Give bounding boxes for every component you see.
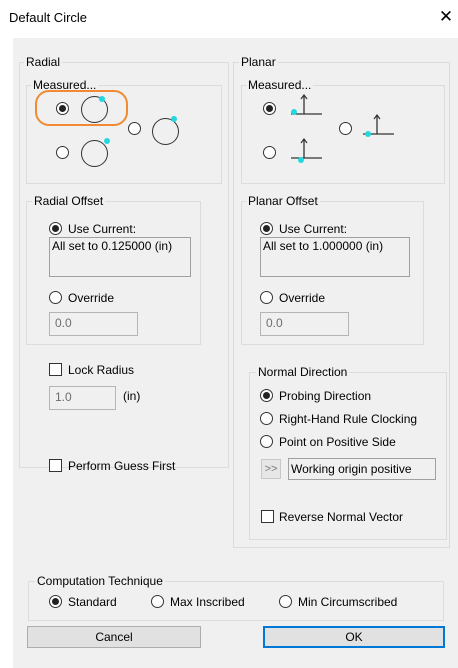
normal-direction-option-label: Point on Positive Side	[279, 435, 396, 449]
circle-icon	[152, 118, 179, 145]
normal-direction-radio-positive-side[interactable]	[260, 435, 273, 448]
radial-use-current-label: Use Current:	[68, 222, 137, 236]
planar-override-radio[interactable]	[260, 291, 273, 304]
perform-guess-checkbox[interactable]	[49, 459, 62, 472]
planar-icon	[291, 94, 322, 115]
normal-direction-option-label: Right-Hand Rule Clocking	[279, 412, 418, 426]
radial-override-input[interactable]: 0.0	[49, 312, 138, 336]
radial-offset-label: Radial Offset	[32, 194, 106, 208]
normal-direction-option-label: Probing Direction	[279, 389, 372, 403]
computation-option-label: Min Circumscribed	[298, 595, 398, 609]
normal-direction-radio-right-hand[interactable]	[260, 412, 273, 425]
planar-use-current-label: Use Current:	[279, 222, 348, 236]
computation-radio-standard[interactable]	[49, 595, 62, 608]
computation-option-label: Max Inscribed	[170, 595, 245, 609]
browse-button[interactable]: >>	[261, 459, 281, 479]
radial-group-label: Radial	[24, 55, 63, 69]
radial-measured-radio-2[interactable]	[128, 122, 141, 135]
cancel-button[interactable]: Cancel	[27, 626, 201, 648]
planar-current-value: All set to 1.000000 (in)	[260, 237, 410, 277]
origin-value-field: Working origin positive	[288, 458, 436, 480]
planar-offset-label: Planar Offset	[246, 194, 320, 208]
lock-radius-label: Lock Radius	[68, 363, 135, 377]
lock-radius-input[interactable]: 1.0	[49, 386, 116, 410]
planar-use-current-radio[interactable]	[260, 222, 273, 235]
planar-override-input[interactable]: 0.0	[260, 312, 349, 336]
point-marker-icon	[171, 116, 177, 122]
radial-current-value: All set to 0.125000 (in)	[49, 237, 191, 277]
planar-override-label: Override	[279, 291, 326, 305]
planar-measured-radio-2[interactable]	[339, 122, 352, 135]
normal-direction-radio-probing[interactable]	[260, 389, 273, 402]
reverse-normal-checkbox[interactable]	[261, 510, 274, 523]
planar-icon	[363, 114, 394, 137]
normal-direction-label: Normal Direction	[256, 365, 350, 379]
planar-icon	[291, 138, 322, 163]
planar-measured-radio-1[interactable]	[263, 102, 276, 115]
computation-radio-min-circumscribed[interactable]	[279, 595, 292, 608]
reverse-normal-label: Reverse Normal Vector	[279, 510, 404, 524]
close-icon[interactable]: ✕	[437, 6, 455, 28]
dialog-body: Radial Measured... Radial Offset Use Cur…	[13, 38, 458, 668]
computation-group-label: Computation Technique	[35, 574, 165, 588]
window-title: Default Circle	[9, 10, 88, 25]
radial-measured-radio-3[interactable]	[56, 146, 69, 159]
circle-icon	[81, 140, 108, 167]
radial-use-current-radio[interactable]	[49, 222, 62, 235]
lock-radius-checkbox[interactable]	[49, 363, 62, 376]
perform-guess-label: Perform Guess First	[68, 459, 176, 473]
point-marker-icon	[104, 138, 110, 144]
radial-override-label: Override	[68, 291, 115, 305]
radial-measured-radio-1[interactable]	[56, 102, 69, 115]
lock-radius-unit: (in)	[123, 389, 141, 403]
computation-option-label: Standard	[68, 595, 117, 609]
planar-measured-radio-3[interactable]	[263, 146, 276, 159]
computation-radio-max-inscribed[interactable]	[151, 595, 164, 608]
title-bar: Default Circle ✕	[0, 0, 458, 38]
planar-group-label: Planar	[239, 55, 278, 69]
ok-button[interactable]: OK	[263, 626, 445, 648]
radial-override-radio[interactable]	[49, 291, 62, 304]
point-marker-icon	[99, 96, 105, 102]
